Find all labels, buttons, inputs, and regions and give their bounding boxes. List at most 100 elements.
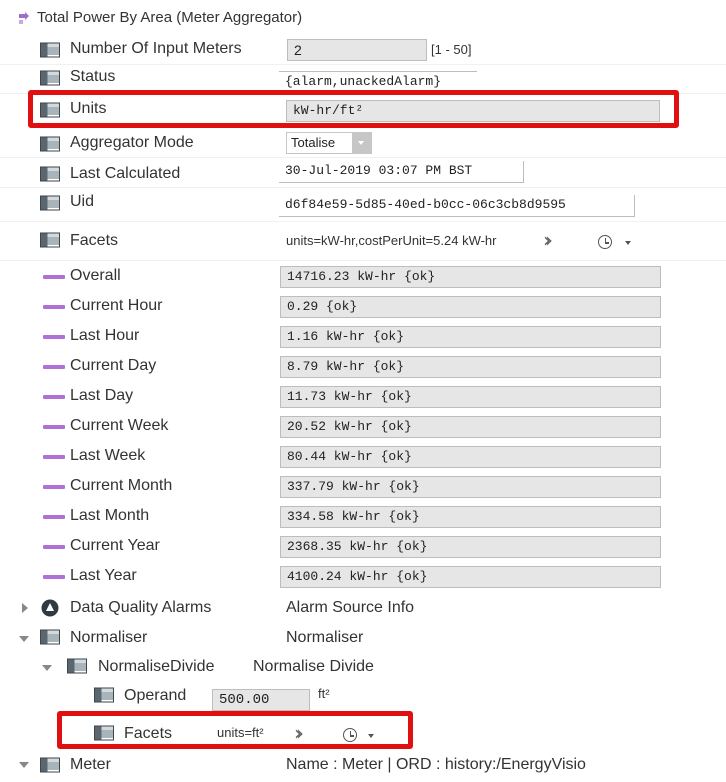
reading-value: 337.79 kW-hr {ok} [280,476,661,498]
numeric-point-icon [43,335,65,339]
property-label: Status [70,68,116,85]
tree-value: Name : Meter | ORD : history:/EnergyVisi… [286,756,586,773]
numeric-point-icon [43,575,65,579]
property-label: Uid [70,193,95,210]
reading-row[interactable]: Last Month 334.58 kW-hr {ok} [0,504,726,530]
property-label: Aggregator Mode [70,134,194,151]
reading-row[interactable]: Current Hour 0.29 {ok} [0,294,726,320]
reading-row[interactable]: Current Day 8.79 kW-hr {ok} [0,354,726,380]
property-icon [40,232,60,248]
chevron-down-icon [358,141,364,145]
range-hint: [1 - 50] [431,42,472,57]
property-row-facets[interactable]: Facets units=kW-hr,costPerUnit=5.24 kW-h… [0,226,726,258]
last-calculated-value: 30-Jul-2019 03:07 PM BST [279,161,524,183]
reading-value: 11.73 kW-hr {ok} [280,386,661,408]
reading-row[interactable]: Current Month 337.79 kW-hr {ok} [0,474,726,500]
reading-row[interactable]: Last Year 4100.24 kW-hr {ok} [0,564,726,590]
reading-label: Last Week [70,447,146,464]
reading-value: 20.52 kW-hr {ok} [280,416,661,438]
tree-row-meter[interactable]: Meter Name : Meter | ORD : history:/Ener… [0,756,726,782]
reading-label: Last Year [70,567,137,584]
tree-label: NormaliseDivide [98,658,215,675]
numeric-point-icon [43,545,65,549]
tree-row-operand[interactable]: Operand 500.00 ft² [0,684,726,712]
tree-row-normalise-divide[interactable]: NormaliseDivide Normalise Divide [0,655,726,681]
property-row-last-calculated[interactable]: Last Calculated 30-Jul-2019 03:07 PM BST [0,160,726,186]
numeric-point-icon [43,365,65,369]
expand-arrow-icon[interactable] [22,603,28,613]
tree-label: Data Quality Alarms [70,599,212,616]
reading-row[interactable]: Last Day 11.73 kW-hr {ok} [0,384,726,410]
reading-label: Current Hour [70,297,163,314]
reading-value: 80.44 kW-hr {ok} [280,446,661,468]
property-row-num-input-meters[interactable]: Number Of Input Meters 2 [1 - 50] [0,37,726,63]
numeric-point-icon [43,515,65,519]
tree-value: Normalise Divide [253,658,374,675]
alarm-icon [41,599,59,617]
reading-row[interactable]: Current Year 2368.35 kW-hr {ok} [0,534,726,560]
numeric-point-icon [43,485,65,489]
reading-value: 334.58 kW-hr {ok} [280,506,661,528]
numeric-point-icon [43,305,65,309]
reading-value: 0.29 {ok} [280,296,661,318]
tree-row-data-quality-alarms[interactable]: Data Quality Alarms Alarm Source Info [0,596,726,622]
tree-label: Meter [70,756,111,773]
component-icon [40,757,60,773]
property-icon [40,136,60,152]
property-icon [40,42,60,58]
collapse-arrow-icon[interactable] [42,665,52,671]
property-label: Last Calculated [70,165,181,182]
numeric-point-icon [43,425,65,429]
component-icon [40,629,60,645]
reading-row[interactable]: Last Hour 1.16 kW-hr {ok} [0,324,726,350]
highlight-box-units [28,90,679,128]
reading-value: 4100.24 kW-hr {ok} [280,566,661,588]
reading-value: 1.16 kW-hr {ok} [280,326,661,348]
reading-row[interactable]: Last Week 80.44 kW-hr {ok} [0,444,726,470]
reading-label: Current Year [70,537,160,554]
reading-row[interactable]: Current Week 20.52 kW-hr {ok} [0,414,726,440]
reading-label: Current Day [70,357,157,374]
property-label: Number Of Input Meters [70,40,242,57]
dropdown-button[interactable] [352,133,371,153]
reading-label: Overall [70,267,121,284]
tree-value: Alarm Source Info [286,599,415,616]
reading-label: Current Month [70,477,173,494]
property-icon [40,70,60,86]
aggregator-mode-select[interactable]: Totalise [286,132,372,154]
reading-label: Last Month [70,507,150,524]
collapse-arrow-icon[interactable] [19,636,29,642]
property-row-uid[interactable]: Uid d6f84e59-5d85-40ed-b0cc-06c3cb8d9595 [0,191,726,219]
tree-value: Normaliser [286,629,364,646]
reading-value: 14716.23 kW-hr {ok} [280,266,661,288]
clock-icon[interactable] [598,235,612,249]
page-title: Total Power By Area (Meter Aggregator) [37,9,303,26]
tree-label: Operand [124,687,187,704]
collapse-arrow-icon[interactable] [19,762,29,768]
tree-row-normaliser[interactable]: Normaliser Normaliser [0,626,726,652]
property-row-aggregator-mode[interactable]: Aggregator Mode Totalise [0,131,726,157]
numeric-point-icon [43,395,65,399]
property-icon [40,166,60,182]
component-arrow-icon [19,12,29,24]
operand-unit: ft² [318,686,330,701]
property-icon [94,687,114,703]
reading-value: 2368.35 kW-hr {ok} [280,536,661,558]
property-icon [40,195,60,211]
reading-label: Last Hour [70,327,140,344]
num-input-meters-field[interactable]: 2 [287,39,427,61]
numeric-point-icon [43,275,65,279]
facets-value: units=kW-hr,costPerUnit=5.24 kW-hr [286,233,497,248]
select-value: Totalise [291,135,336,150]
chevron-double-right-icon[interactable]: ›› [543,228,553,252]
reading-label: Last Day [70,387,134,404]
reading-value: 8.79 kW-hr {ok} [280,356,661,378]
chevron-down-icon[interactable] [625,241,631,245]
reading-label: Current Week [70,417,169,434]
numeric-point-icon [43,455,65,459]
operand-field[interactable]: 500.00 [212,689,310,711]
highlight-box-facets [57,711,413,749]
header-row[interactable]: Total Power By Area (Meter Aggregator) [0,8,726,28]
property-label: Facets [70,232,119,249]
reading-row[interactable]: Overall 14716.23 kW-hr {ok} [0,264,726,290]
